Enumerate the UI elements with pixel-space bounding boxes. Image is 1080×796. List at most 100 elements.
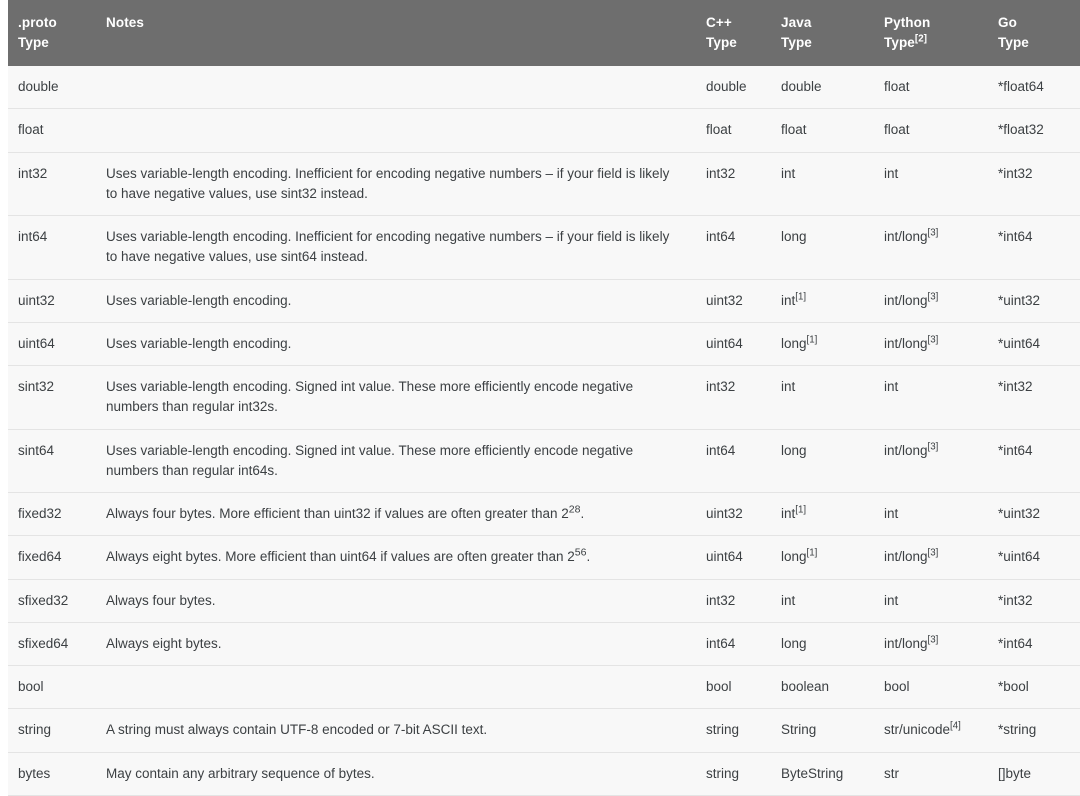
cell-go-type: *uint32: [988, 278, 1080, 323]
cell-notes: Uses variable-length encoding. Inefficie…: [96, 151, 696, 216]
cell-java-type-label: int: [781, 506, 796, 522]
footnote-ref-java[interactable]: [1]: [807, 334, 818, 345]
cell-cpp-type: int32: [696, 578, 771, 623]
cell-go-type: *uint32: [988, 492, 1080, 536]
column-header-java-type-line1: Java: [781, 15, 812, 30]
cell-python-type-label: bool: [884, 679, 910, 695]
cell-python-type: int: [874, 151, 988, 216]
cell-python-type-label: float: [884, 122, 910, 138]
cell-java-type-label: double: [781, 79, 822, 95]
cell-cpp-type: double: [696, 66, 771, 109]
cell-python-type-label: int/long: [884, 292, 928, 308]
cell-python-type-label: int/long: [884, 635, 928, 651]
footnote-ref-python[interactable]: [3]: [928, 291, 939, 302]
cell-python-type: bool: [874, 665, 988, 709]
cell-java-type-label: String: [781, 722, 817, 738]
cell-python-type: str/unicode[4]: [874, 708, 988, 753]
scalar-value-types-table: .proto Type Notes C++ Type Java Type Pyt…: [8, 0, 1080, 796]
table-row: uint32 Uses variable-length encoding. uint…: [8, 278, 1080, 323]
cell-go-type: *int64: [988, 621, 1080, 666]
column-header-python-type-line2: Type[2]: [884, 33, 978, 53]
cell-python-type: int/long[3]: [874, 621, 988, 666]
notes-text-before-exponent: Always eight bytes. More efficient than …: [106, 549, 575, 565]
cell-go-type: *int32: [988, 365, 1080, 430]
notes-exponent: 56: [574, 546, 587, 559]
footnote-ref-python[interactable]: [3]: [928, 334, 939, 345]
table-row: fixed64 Always eight bytes. More efficien…: [8, 535, 1080, 580]
table-row: float float float float *float32: [8, 108, 1080, 153]
footnote-ref-java[interactable]: [1]: [807, 548, 818, 559]
footnote-ref-python[interactable]: [3]: [928, 441, 939, 452]
notes-text-after-exponent: .: [586, 549, 591, 565]
cell-cpp-type: int32: [696, 365, 771, 430]
column-header-proto-type-line1: .proto: [18, 15, 57, 30]
column-header-cpp-type-line2: Type: [706, 34, 737, 50]
cell-cpp-type: uint64: [696, 535, 771, 580]
cell-java-type: float: [771, 108, 874, 153]
cell-proto-type: float: [8, 108, 96, 153]
cell-python-type-label: int: [884, 592, 899, 608]
cell-proto-type: sint32: [8, 365, 96, 430]
cell-notes: Always four bytes. More efficient than u…: [96, 492, 696, 536]
footnote-ref-java[interactable]: [1]: [795, 291, 806, 302]
cell-proto-type: sfixed32: [8, 578, 96, 623]
cell-notes: [96, 108, 696, 153]
cell-cpp-type: uint32: [696, 278, 771, 323]
cell-java-type-label: long: [781, 442, 807, 458]
cell-java-type-label: int: [781, 165, 796, 181]
cell-java-type-label: float: [781, 122, 807, 138]
column-header-python-type-line1: Python: [884, 15, 931, 30]
cell-cpp-type: int64: [696, 428, 771, 493]
footnote-ref-python-header[interactable]: [2]: [915, 33, 927, 44]
cell-java-type: long: [771, 428, 874, 493]
table-header-row: .proto Type Notes C++ Type Java Type Pyt…: [8, 0, 1080, 67]
cell-java-type-label: long: [781, 229, 807, 245]
cell-go-type: *bool: [988, 665, 1080, 709]
cell-python-type-label: int: [884, 379, 899, 395]
cell-cpp-type: string: [696, 708, 771, 753]
cell-cpp-type: int64: [696, 621, 771, 666]
cell-proto-type: int64: [8, 215, 96, 280]
cell-proto-type: uint32: [8, 278, 96, 323]
table-row: sint64 Uses variable-length encoding. Sig…: [8, 428, 1080, 493]
cell-notes: A string must always contain UTF-8 encod…: [96, 708, 696, 753]
cell-java-type: long[1]: [771, 535, 874, 580]
cell-python-type: int: [874, 365, 988, 430]
cell-python-type-label: int: [884, 165, 899, 181]
footnote-ref-python[interactable]: [4]: [950, 721, 961, 732]
column-header-go-type-line1: Go: [998, 15, 1017, 30]
cell-proto-type: sint64: [8, 428, 96, 493]
cell-proto-type: sfixed64: [8, 621, 96, 666]
cell-java-type-label: long: [781, 549, 807, 565]
cell-python-type-label: str/unicode: [884, 722, 951, 738]
cell-notes: Uses variable-length encoding. Signed in…: [96, 365, 696, 430]
table-row: sint32 Uses variable-length encoding. Sig…: [8, 365, 1080, 430]
cell-python-type: float: [874, 66, 988, 109]
cell-java-type: long[1]: [771, 321, 874, 366]
footnote-ref-python[interactable]: [3]: [928, 548, 939, 559]
notes-text-before-exponent: Always four bytes. More efficient than u…: [106, 506, 569, 522]
table-row: int32 Uses variable-length encoding. Inef…: [8, 151, 1080, 216]
table-row: uint64 Uses variable-length encoding. uint…: [8, 321, 1080, 366]
table-body: double double double float *float64 float floa…: [8, 66, 1080, 796]
cell-java-type-label: boolean: [781, 679, 830, 695]
footnote-ref-python[interactable]: [3]: [928, 228, 939, 239]
cell-python-type: float: [874, 108, 988, 153]
footnote-ref-java[interactable]: [1]: [795, 505, 806, 516]
cell-go-type: *int32: [988, 578, 1080, 623]
cell-notes: Always four bytes.: [96, 578, 696, 623]
column-header-java-type-line2: Type: [781, 34, 812, 50]
footnote-ref-python[interactable]: [3]: [928, 634, 939, 645]
cell-notes: Always eight bytes. More efficient than …: [96, 535, 696, 580]
table-row: int64 Uses variable-length encoding. Inef…: [8, 215, 1080, 280]
cell-go-type: *int64: [988, 428, 1080, 493]
table-row: sfixed64 Always eight bytes. int64 long int/…: [8, 621, 1080, 666]
cell-go-type: *float64: [988, 66, 1080, 109]
cell-proto-type: fixed32: [8, 492, 96, 536]
cell-python-type-label: int/long: [884, 335, 928, 351]
column-header-cpp-type-line1: C++: [706, 15, 732, 30]
cell-java-type-label: long: [781, 335, 807, 351]
cell-cpp-type: bool: [696, 665, 771, 709]
cell-go-type: *uint64: [988, 535, 1080, 580]
cell-go-type: *int64: [988, 215, 1080, 280]
